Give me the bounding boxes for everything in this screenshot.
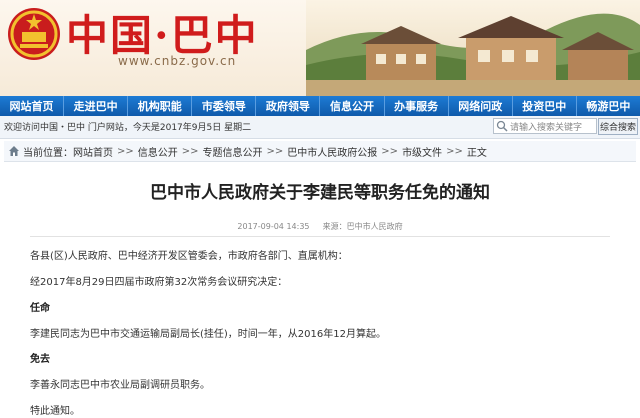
breadcrumb-item-municipal-documents[interactable]: 市级文件 — [402, 144, 442, 159]
nav-item-invest[interactable]: 投资巴中 — [513, 96, 577, 116]
nav-item-services[interactable]: 办事服务 — [385, 96, 449, 116]
nav-item-institutions[interactable]: 机构职能 — [128, 96, 193, 116]
nav-item-government-leaders[interactable]: 政府领导 — [256, 96, 321, 116]
nav-item-home[interactable]: 网站首页 — [0, 96, 65, 116]
breadcrumb-item-special-disclosure[interactable]: 专题信息公开 — [203, 144, 263, 159]
search-input[interactable]: 请输入搜索关键字 — [493, 118, 597, 134]
search-button[interactable]: 综合搜索 — [598, 118, 638, 135]
breadcrumb-label: 当前位置： — [23, 147, 73, 159]
breadcrumb: 当前位置： 网站首页 >> 信息公开 >> 专题信息公开 >> 巴中市人民政府公… — [4, 141, 636, 162]
appoint-text: 李建民同志为巴中市交通运输局副局长(挂任)，时间一年，从2016年12月算起。 — [30, 329, 386, 340]
site-url: www.cnbz.gov.cn — [118, 54, 237, 68]
breadcrumb-separator: >> — [446, 145, 463, 157]
breadcrumb-item-home[interactable]: 网站首页 — [73, 144, 113, 159]
remove-heading: 免去 — [30, 354, 50, 365]
title-divider — [30, 236, 610, 237]
banner-image — [306, 0, 640, 96]
site-header: 中国·巴中 www.cnbz.gov.cn — [0, 0, 640, 96]
national-emblem-icon — [8, 8, 60, 60]
main-nav: 网站首页 走进巴中 机构职能 市委领导 政府领导 信息公开 办事服务 网络问政 … — [0, 96, 640, 116]
nav-item-about-bazhong[interactable]: 走进巴中 — [64, 96, 129, 116]
home-icon — [9, 146, 19, 156]
article-title: 巴中市人民政府关于李建民等职务任免的通知 — [150, 183, 490, 203]
nav-item-online-inquiry[interactable]: 网络问政 — [449, 96, 513, 116]
breadcrumb-separator: >> — [266, 145, 284, 157]
breadcrumb-separator: >> — [181, 145, 199, 157]
search-icon — [496, 120, 508, 132]
breadcrumb-item-gazette[interactable]: 巴中市人民政府公报 — [287, 144, 377, 159]
remove-text: 李善永同志巴中市农业局副调研员职务。 — [30, 380, 210, 391]
welcome-text: 欢迎访问中国・巴中 门户网站，今天是2017年9月5日 星期二 — [4, 123, 252, 133]
nav-item-tourism[interactable]: 畅游巴中 — [577, 96, 640, 116]
breadcrumb-separator: >> — [381, 145, 399, 157]
search-placeholder: 请输入搜索关键字 — [510, 122, 583, 133]
article-source: 来源：巴中市人民政府 — [322, 222, 403, 231]
article-meta: 2017-09-04 14:35 来源：巴中市人民政府 — [0, 221, 640, 232]
nav-item-info-disclosure[interactable]: 信息公开 — [320, 96, 385, 116]
breadcrumb-separator: >> — [117, 145, 134, 157]
article-closing: 特此通知。 — [30, 406, 80, 417]
breadcrumb-item-current: 正文 — [466, 147, 487, 159]
breadcrumb-item-info-disclosure[interactable]: 信息公开 — [138, 144, 178, 159]
article-date: 2017-09-04 14:35 — [237, 222, 310, 231]
article-salutation: 各县(区)人民政府、巴中经济开发区管委会，市政府各部门、直属机构： — [30, 251, 348, 262]
appoint-heading: 任命 — [30, 303, 50, 314]
article-intro: 经2017年8月29日四届市政府第32次常务会议研究决定： — [30, 277, 288, 288]
nav-item-party-leaders[interactable]: 市委领导 — [192, 96, 257, 116]
